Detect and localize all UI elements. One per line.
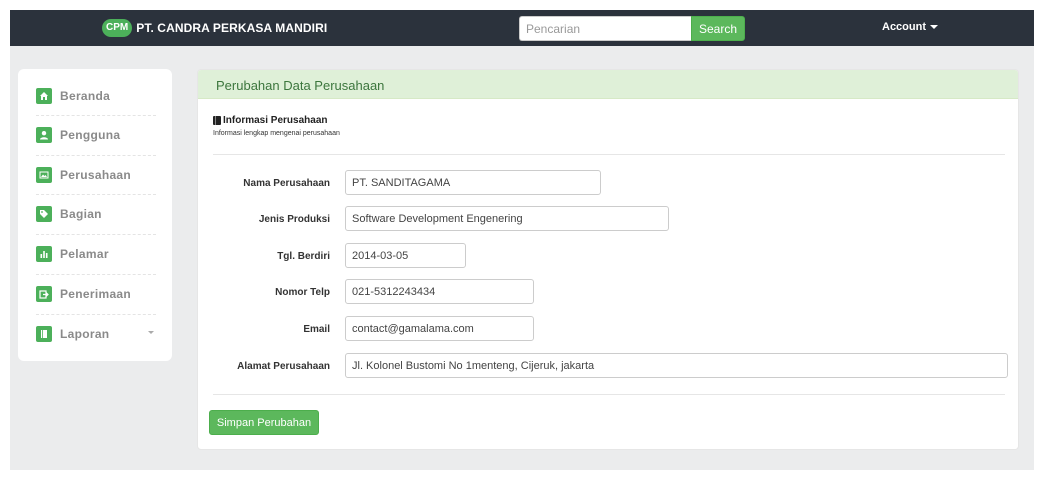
sidebar-item-perusahaan[interactable]: Perusahaan — [36, 164, 156, 186]
sidebar-item-label: Pengguna — [60, 128, 121, 142]
sidebar-item-label: Bagian — [60, 207, 102, 221]
tgl-berdiri-label: Tgl. Berdiri — [277, 251, 330, 262]
alamat-perusahaan-label: Alamat Perusahaan — [237, 361, 330, 372]
picture-icon — [36, 167, 52, 183]
brand[interactable]: CPM PT. CANDRA PERKASA MANDIRI — [102, 19, 327, 37]
stats-icon — [36, 246, 52, 262]
account-dropdown[interactable]: Account — [882, 21, 938, 33]
user-icon — [36, 127, 52, 143]
nama-perusahaan-label: Nama Perusahaan — [243, 178, 330, 189]
tgl-berdiri-field[interactable] — [345, 243, 466, 268]
account-label: Account — [882, 21, 926, 33]
home-icon — [36, 88, 52, 104]
menu-divider — [36, 314, 156, 315]
jenis-produksi-field[interactable] — [345, 206, 669, 231]
sidebar-item-label: Pelamar — [60, 247, 109, 261]
email-field[interactable] — [345, 316, 534, 341]
nomor-telp-label: Nomor Telp — [275, 287, 330, 298]
page-title: Perubahan Data Perusahaan — [216, 78, 385, 93]
sidebar-item-label: Beranda — [60, 89, 111, 103]
sidebar-item-label: Perusahaan — [60, 168, 132, 182]
top-navbar: CPM PT. CANDRA PERKASA MANDIRI Search Ac… — [10, 10, 1034, 46]
app-frame: CPM PT. CANDRA PERKASA MANDIRI Search Ac… — [10, 10, 1034, 470]
book-icon — [36, 326, 52, 342]
sidebar-item-beranda[interactable]: Beranda — [36, 85, 156, 107]
sidebar-item-label: Laporan — [60, 327, 110, 341]
brand-name: PT. CANDRA PERKASA MANDIRI — [136, 21, 328, 35]
nomor-telp-field[interactable] — [345, 279, 534, 304]
sidebar-item-pelamar[interactable]: Pelamar — [36, 243, 156, 265]
caret-down-icon — [930, 25, 938, 29]
sidebar-item-laporan[interactable]: Laporan — [36, 323, 156, 345]
search-button[interactable]: Search — [691, 16, 745, 41]
email-label: Email — [303, 324, 330, 335]
menu-divider — [36, 274, 156, 275]
tags-icon — [36, 206, 52, 222]
book-icon — [213, 116, 221, 125]
menu-divider — [36, 155, 156, 156]
divider — [213, 154, 1005, 155]
sidebar-item-penerimaan[interactable]: Penerimaan — [36, 283, 156, 305]
company-edit-panel: Perubahan Data Perusahaan Informasi Peru… — [197, 69, 1019, 450]
section-subtitle: Informasi lengkap mengenai perusahaan — [213, 130, 340, 137]
sidebar-item-pengguna[interactable]: Pengguna — [36, 124, 156, 146]
sidebar: Beranda Pengguna Perusahaan Bagian Pelam… — [18, 69, 172, 361]
divider — [213, 394, 1005, 395]
jenis-produksi-label: Jenis Produksi — [258, 214, 330, 225]
section-title: Informasi Perusahaan — [213, 115, 327, 126]
nama-perusahaan-field[interactable] — [345, 170, 601, 195]
menu-divider — [36, 115, 156, 116]
sidebar-item-label: Penerimaan — [60, 287, 132, 301]
chevron-down-icon — [148, 331, 154, 334]
search-input[interactable] — [519, 16, 691, 41]
alamat-perusahaan-field[interactable] — [345, 353, 1008, 378]
menu-divider — [36, 194, 156, 195]
sidebar-item-bagian[interactable]: Bagian — [36, 203, 156, 225]
share-icon — [36, 286, 52, 302]
panel-heading: Perubahan Data Perusahaan — [198, 70, 1018, 99]
menu-divider — [36, 234, 156, 235]
save-changes-button[interactable]: Simpan Perubahan — [209, 410, 319, 435]
brand-logo-badge: CPM — [102, 19, 133, 37]
section-title-text: Informasi Perusahaan — [223, 115, 328, 126]
